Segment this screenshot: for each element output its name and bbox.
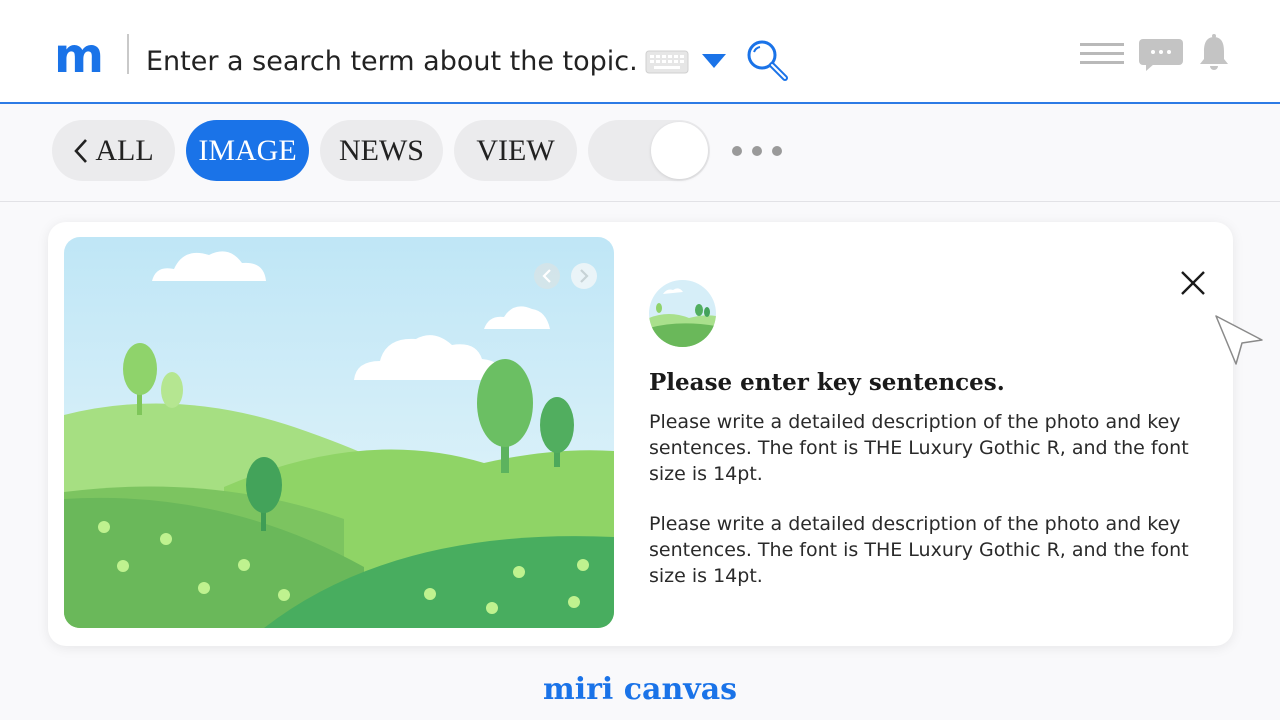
tab-news-label: NEWS (339, 133, 424, 167)
tab-view[interactable]: VIEW (454, 120, 577, 181)
landscape-image[interactable] (64, 237, 614, 628)
caret-down-icon[interactable] (700, 52, 728, 70)
chat-icon[interactable] (1138, 38, 1184, 72)
tab-view-label: VIEW (476, 133, 555, 167)
card-title: Please enter key sentences. (649, 369, 1005, 396)
cursor-icon (1215, 315, 1263, 365)
chevron-left-icon (74, 138, 88, 163)
card-description-2: Please write a detailed description of t… (649, 513, 1189, 587)
menu-icon[interactable] (1080, 42, 1124, 66)
toggle-knob (651, 122, 708, 179)
brand-footer: miri canvas (542, 672, 738, 707)
search-input[interactable]: Enter a search term about the topic. (146, 44, 638, 80)
toggle-switch[interactable] (588, 120, 710, 181)
more-icon[interactable] (728, 144, 786, 158)
tab-bar: ALL IMAGE NEWS VIEW (0, 104, 1280, 202)
close-icon[interactable] (1178, 268, 1208, 298)
thumbnail-image (649, 280, 716, 347)
header-divider (127, 34, 129, 74)
card-description-1: Please write a detailed description of t… (649, 411, 1189, 485)
tab-all[interactable]: ALL (52, 120, 175, 181)
chevron-left-icon[interactable] (534, 263, 560, 289)
tab-image[interactable]: IMAGE (186, 120, 309, 181)
bell-icon[interactable] (1196, 33, 1232, 71)
tab-all-label: ALL (95, 133, 154, 167)
tab-news[interactable]: NEWS (320, 120, 443, 181)
top-header: m Enter a search term about the topic. (0, 0, 1280, 104)
chevron-right-icon[interactable] (571, 263, 597, 289)
tab-image-label: IMAGE (198, 133, 297, 167)
app-logo[interactable]: m (54, 32, 104, 80)
keyboard-icon[interactable] (645, 50, 689, 74)
search-icon[interactable] (744, 37, 790, 83)
